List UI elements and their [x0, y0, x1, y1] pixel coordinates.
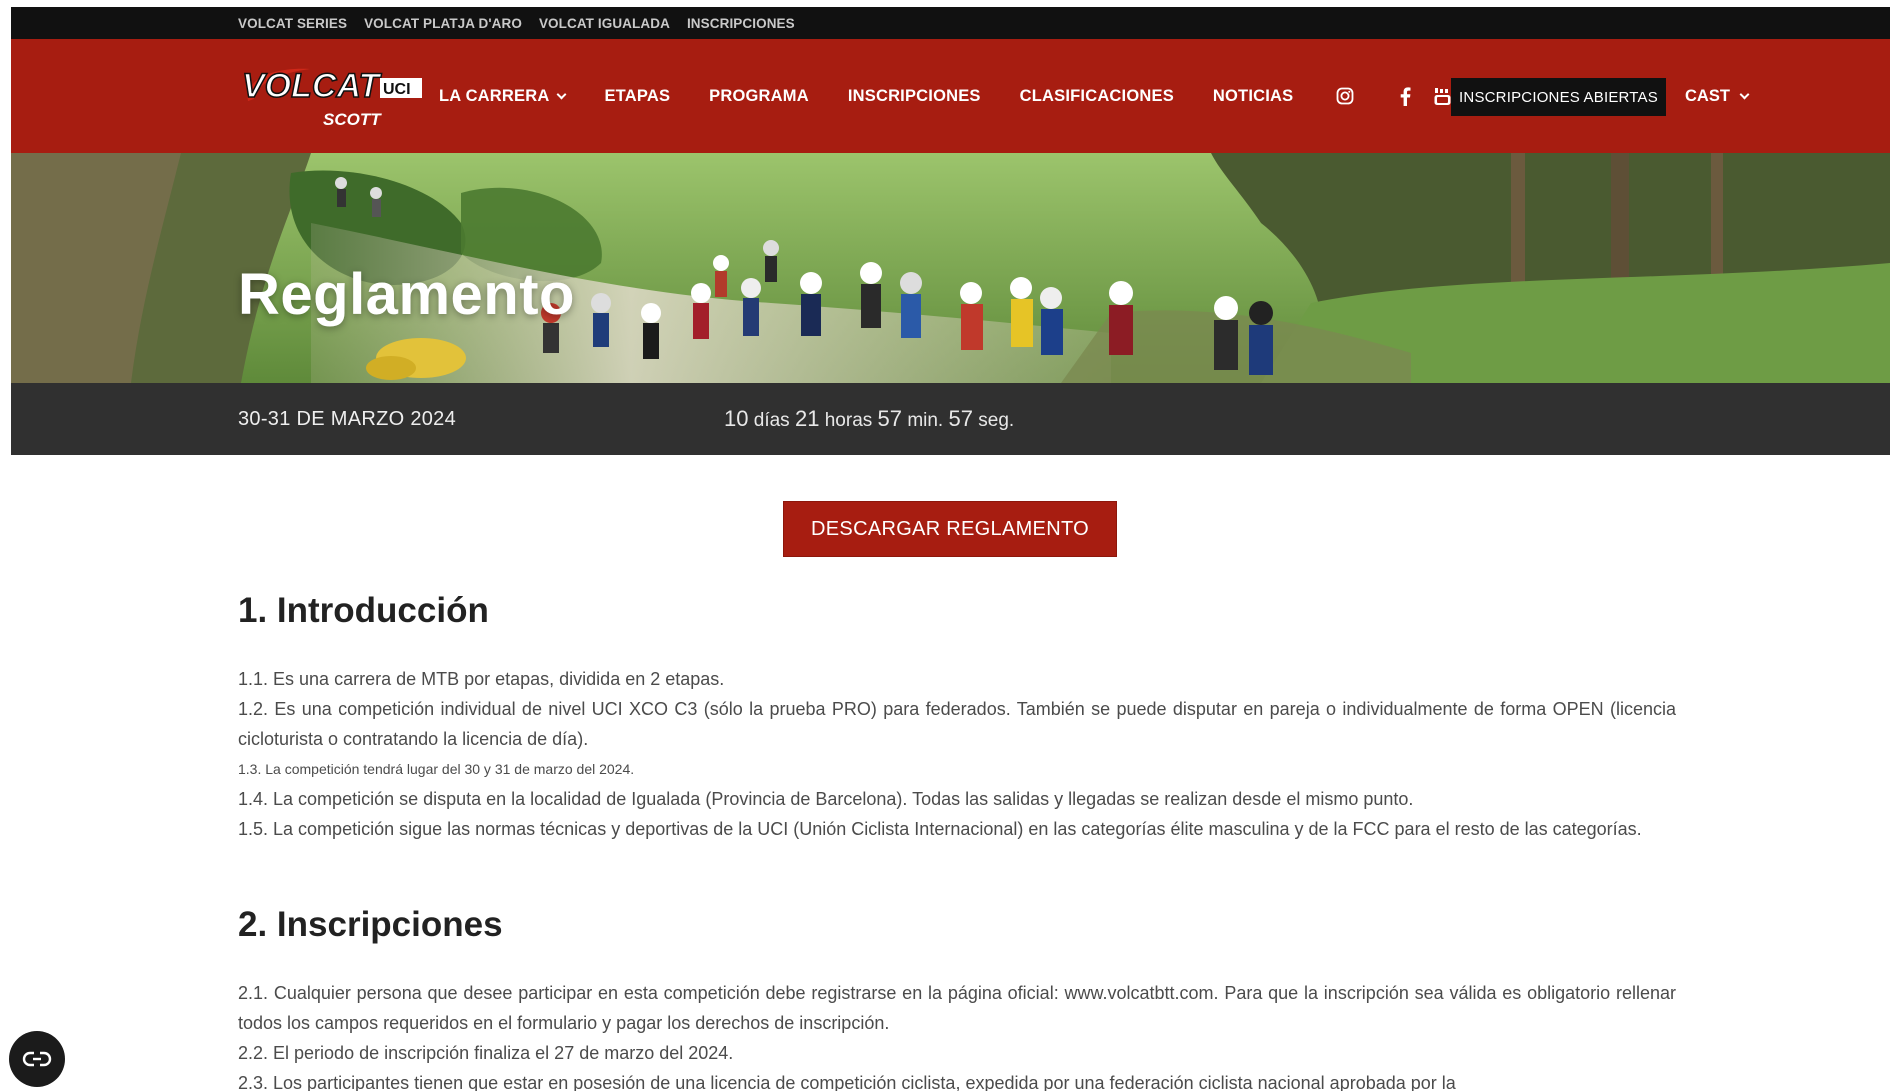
- countdown-timer: 10 días 21 horas 57 min. 57 seg.: [724, 406, 1014, 432]
- nav-item-la-carrera[interactable]: LA CARRERA: [439, 87, 567, 106]
- event-date: 30-31 DE MARZO 2024: [238, 408, 457, 430]
- instagram-icon: [1336, 87, 1354, 105]
- logo-sponsor: SCOTT: [323, 110, 382, 129]
- nav-link-programa[interactable]: PROGRAMA: [709, 87, 809, 106]
- nav-link-noticias[interactable]: NOTICIAS: [1213, 87, 1293, 106]
- facebook-link[interactable]: [1400, 39, 1411, 153]
- logo-uci-badge: UCI: [383, 81, 411, 98]
- countdown-minutes-label: min.: [907, 410, 944, 431]
- main-header: VOLCAT UCI SCOTT LA CARRERA ETAPAS PROGR…: [11, 39, 1890, 153]
- topbar-link-volcat-igualada[interactable]: VOLCAT IGUALADA: [539, 16, 670, 31]
- paragraph-2-3: 2.3. Los participantes tienen que estar …: [238, 1073, 1456, 1091]
- chevron-down-icon: [557, 89, 567, 99]
- topbar-link-inscripciones[interactable]: INSCRIPCIONES: [687, 16, 795, 31]
- logo-wordmark: VOLCAT: [242, 67, 382, 105]
- inscripciones-abiertas-button[interactable]: INSCRIPCIONES ABIERTAS: [1451, 78, 1666, 116]
- countdown-minutes: 57: [877, 406, 903, 431]
- countdown-days: 10: [724, 406, 749, 431]
- instagram-link[interactable]: [1336, 39, 1354, 153]
- cookie-settings-icon: [22, 1051, 52, 1067]
- volcat-logo[interactable]: VOLCAT UCI SCOTT: [240, 61, 425, 134]
- youtube-icon: [1434, 87, 1451, 105]
- countdown-seconds: 57: [948, 406, 973, 431]
- paragraph-1-3: 1.3. La competición tendrá lugar del 30 …: [238, 761, 635, 777]
- page-title: Reglamento: [238, 262, 575, 327]
- countdown-days-label: días: [753, 410, 790, 431]
- top-utility-bar: VOLCAT SERIES VOLCAT PLATJA D'ARO VOLCAT…: [11, 7, 1890, 39]
- paragraph-2-1: 2.1. Cualquier persona que desee partici…: [238, 983, 1676, 1033]
- topbar-link-volcat-series[interactable]: VOLCAT SERIES: [238, 16, 347, 31]
- hero-banner: Reglamento: [11, 153, 1890, 383]
- paragraph-1-1: 1.1. Es una carrera de MTB por etapas, d…: [238, 669, 725, 689]
- paragraph-1-2: 1.2. Es una competición individual de ni…: [238, 699, 1676, 749]
- nav-link-clasificaciones[interactable]: CLASIFICACIONES: [1020, 87, 1174, 106]
- section-heading-introduccion: 1. Introducción: [238, 591, 489, 630]
- section-heading-inscripciones: 2. Inscripciones: [238, 905, 503, 944]
- paragraph-1-5: 1.5. La competición sigue las normas téc…: [238, 819, 1642, 839]
- countdown-hours: 21: [794, 406, 820, 431]
- paragraph-1-4: 1.4. La competición se disputa en la loc…: [238, 789, 1414, 809]
- countdown-hours-label: horas: [824, 410, 873, 431]
- topbar-link-volcat-platja-daro[interactable]: VOLCAT PLATJA D'ARO: [364, 16, 522, 31]
- nav-link-etapas[interactable]: ETAPAS: [604, 87, 670, 106]
- language-selector[interactable]: CAST: [1685, 39, 1750, 153]
- chevron-down-icon: [1739, 89, 1750, 99]
- cookie-settings-button[interactable]: [9, 1031, 65, 1087]
- paragraph-2-2: 2.2. El periodo de inscripción finaliza …: [238, 1043, 734, 1063]
- main-nav: LA CARRERA ETAPAS PROGRAMA INSCRIPCIONES…: [439, 39, 1332, 153]
- page: VOLCAT SERIES VOLCAT PLATJA D'ARO VOLCAT…: [11, 7, 1890, 1091]
- nav-link-inscripciones[interactable]: INSCRIPCIONES: [848, 87, 981, 106]
- event-info-bar: 30-31 DE MARZO 2024 10 días 21 horas 57 …: [11, 383, 1890, 455]
- language-label: CAST: [1685, 86, 1730, 105]
- youtube-link[interactable]: [1434, 39, 1451, 153]
- countdown-seconds-label: seg.: [978, 410, 1015, 431]
- nav-link-la-carrera[interactable]: LA CARRERA: [439, 87, 549, 106]
- download-reglamento-button[interactable]: DESCARGAR REGLAMENTO: [783, 501, 1117, 557]
- facebook-icon: [1400, 86, 1411, 106]
